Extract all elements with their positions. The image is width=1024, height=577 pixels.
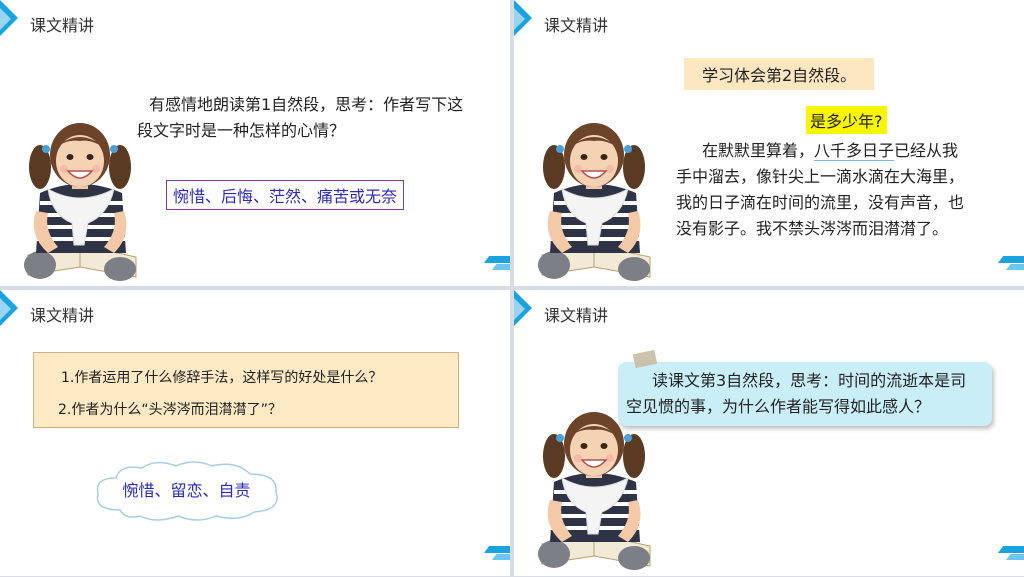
girl-reading-illustration [22,121,138,283]
question-1: 1.作者运用了什么修辞手法，这样写的好处是什么？ [61,370,383,386]
corner-stripes-icon [994,256,1024,272]
corner-stripes-icon [480,256,510,272]
slide-4[interactable]: 课文精讲 读课文第3自然段，思考：时间的流逝本是司 空见惯的事，为什么作者能写得… [514,290,1024,576]
corner-stripes-icon [480,546,510,562]
section-title: 课文精讲 [30,306,95,325]
prompt-text: 有感情地朗读第1自然段，思考：作者写下这 段文字时是一种怎样的心情？ [137,92,493,144]
para-line-1c: 已经从我 [894,141,959,160]
para-line-3: 我的日子滴在时间的流里，没有声音，也 [676,193,965,212]
section-title: 课文精讲 [544,306,609,325]
prompt-text: 读课文第3自然段，思考：时间的流逝本是司 空见惯的事，为什么作者能写得如此感人？ [626,368,988,420]
slide-heading: 学习体会第2自然段。 [684,58,875,90]
answer-cloud: 惋惜、留恋、自责 [90,460,283,522]
question-box: 1.作者运用了什么修辞手法，这样写的好处是什么？ 2.作者为什么“头涔涔而泪潸潸… [33,352,459,428]
question-highlight: 是多少年? [806,106,887,134]
girl-reading-illustration [536,121,652,283]
light-triangle-icon [0,8,11,30]
para-line-2: 手中溜去，像针尖上一滴水滴在大海里， [676,167,965,186]
slide-2[interactable]: 课文精讲 学习体会第2自然段。 是多少年? 在默默里算着，八千多日子已经从我 手… [514,0,1024,286]
section-title: 课文精讲 [30,16,95,35]
slide-3[interactable]: 课文精讲 1.作者运用了什么修辞手法，这样写的好处是什么？ 2.作者为什么“头涔… [0,290,510,576]
answer-box: 惋惜、后悔、茫然、痛苦或无奈 [166,180,405,210]
section-title: 课文精讲 [544,16,609,35]
paragraph-text: 在默默里算着，八千多日子已经从我 手中溜去，像针尖上一滴水滴在大海里， 我的日子… [676,138,996,242]
light-triangle-icon [514,298,525,320]
question-2: 2.作者为什么“头涔涔而泪潸潸了”？ [58,402,282,418]
light-triangle-icon [514,8,525,30]
answer-text: 惋惜、留恋、自责 [122,481,251,500]
para-line-1a: 在默默里算着， [702,141,815,160]
prompt-line-1: 读课文第3自然段，思考：时间的流逝本是司 [652,371,967,390]
underlined-phrase: 八千多日子 [814,141,895,161]
para-line-4: 没有影子。我不禁头涔涔而泪潸潸了。 [676,219,949,238]
slide-1[interactable]: 课文精讲 有感情地朗读第1自然段，思考：作者写下这 段文字时是一种怎样的心情？ … [0,0,510,286]
girl-reading-illustration [536,410,652,572]
prompt-line-2: 空见惯的事，为什么作者能写得如此感人？ [626,397,931,416]
prompt-note: 读课文第3自然段，思考：时间的流逝本是司 空见惯的事，为什么作者能写得如此感人？ [618,362,992,426]
prompt-line-2: 段文字时是一种怎样的心情？ [137,121,346,140]
light-triangle-icon [0,298,11,320]
prompt-line-1: 有感情地朗读第1自然段，思考：作者写下这 [149,95,464,114]
corner-stripes-icon [994,546,1024,562]
